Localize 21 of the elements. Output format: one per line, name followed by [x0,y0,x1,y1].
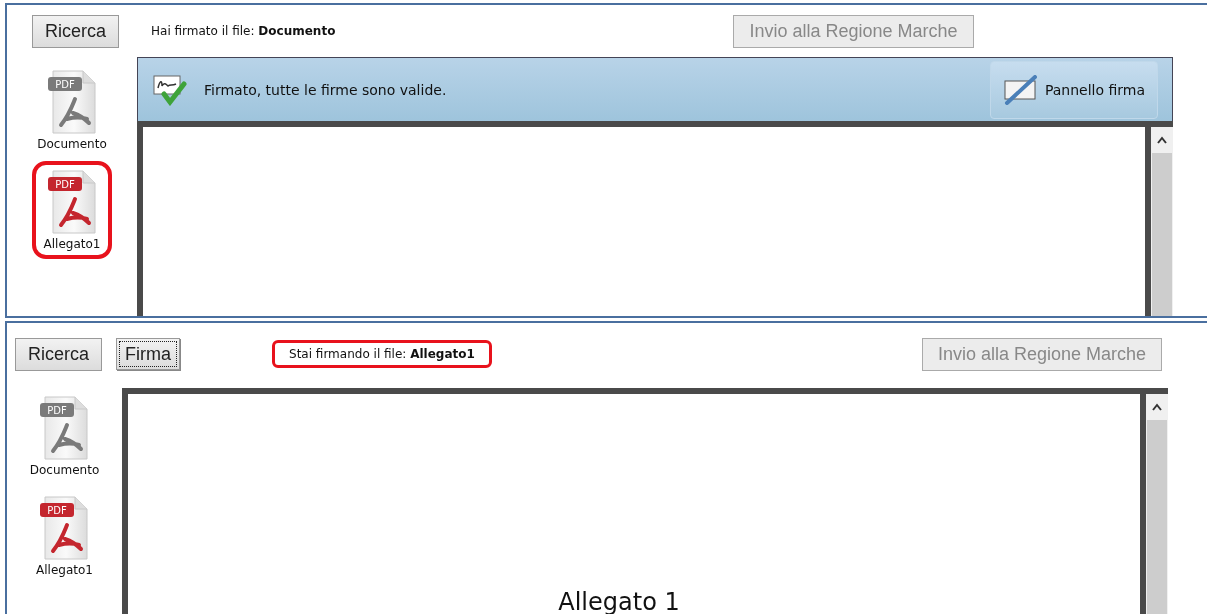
file-name: Documento [37,137,107,151]
signature-status-message: Firmato, tutte le firme sono valide. [204,81,447,98]
file-name: Allegato1 [36,563,93,577]
file-name: Documento [29,463,100,477]
status-text: Stai firmando il file: Allegato1 [272,340,492,368]
pen-icon [1002,74,1039,105]
signature-check-icon [152,73,188,106]
file-item[interactable]: PDF Allegato1 [31,161,113,259]
scroll-up-icon[interactable] [1156,135,1168,145]
file-item[interactable]: PDF Allegato1 [24,487,105,585]
scroll-up-icon[interactable] [1151,402,1163,412]
status-text: Hai firmato il file: Documento [150,23,337,40]
signature-panel-button[interactable]: Pannello firma [989,60,1158,119]
scrollbar[interactable] [1151,127,1173,316]
toolbar-button[interactable]: Ricerca [32,14,119,48]
file-item[interactable]: PDF Documento [17,387,112,485]
toolbar-button[interactable]: Ricerca [15,337,102,371]
file-name: Allegato1 [43,237,101,251]
toolbar-button[interactable]: Firma [116,338,180,370]
file-item[interactable]: PDF Documento [25,61,119,159]
scrollbar[interactable] [1146,394,1168,614]
